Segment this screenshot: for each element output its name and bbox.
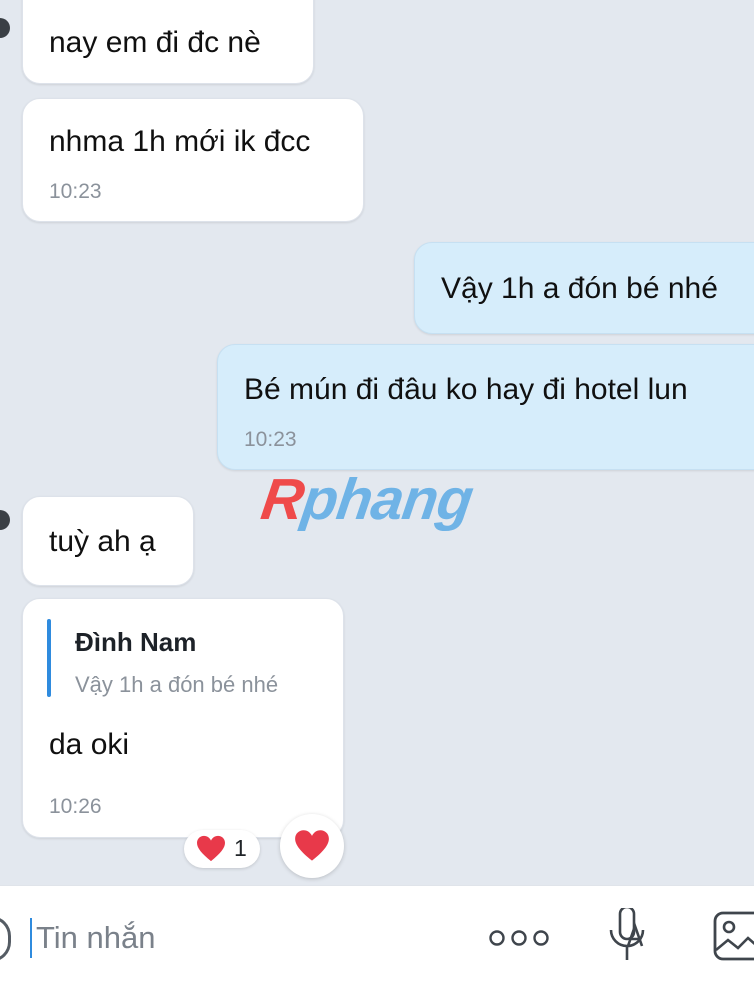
message-text: Bé mún đi đâu ko hay đi hotel lun: [244, 373, 688, 406]
emoji-icon[interactable]: [0, 916, 11, 962]
message-bubble-reply[interactable]: Đình Nam Vậy 1h a đón bé nhé da oki 10:2…: [22, 598, 344, 838]
quote-author: Đình Nam: [75, 627, 197, 657]
react-button[interactable]: [280, 814, 344, 878]
message-bubble-outgoing[interactable]: Vậy 1h a đón bé nhé: [414, 242, 754, 334]
message-text: tuỳ ah ạ: [49, 525, 156, 558]
message-time: 10:26: [49, 795, 102, 818]
reaction-count[interactable]: 1: [184, 830, 260, 868]
heart-icon: [295, 830, 329, 861]
avatar[interactable]: [0, 18, 10, 38]
quote-text: Vậy 1h a đón bé nhé: [75, 672, 279, 697]
image-icon[interactable]: [712, 910, 754, 962]
quote-bar: [47, 619, 51, 697]
voice-to-text-icon[interactable]: [606, 908, 648, 968]
message-bubble-incoming[interactable]: nhma 1h mới ik đcc 10:23: [22, 98, 364, 222]
reaction-count-number: 1: [234, 835, 247, 861]
message-text: da oki: [49, 728, 130, 761]
avatar[interactable]: [0, 510, 10, 530]
message-bubble-incoming[interactable]: nay em đi đc nè: [22, 0, 314, 84]
message-time: 10:23: [49, 180, 102, 203]
message-input[interactable]: Tin nhắn: [36, 920, 156, 956]
message-time: 10:23: [244, 428, 297, 451]
message-bubble-outgoing[interactable]: Bé mún đi đâu ko hay đi hotel lun 10:23: [217, 344, 754, 470]
more-options-icon[interactable]: [488, 928, 550, 948]
chat-area: nay em đi đc nè nhma 1h mới ik đcc 10:23…: [0, 0, 754, 885]
heart-icon: [197, 835, 225, 862]
message-text: Vậy 1h a đón bé nhé: [441, 272, 718, 305]
message-text: nay em đi đc nè: [49, 26, 261, 59]
text-caret: [30, 918, 32, 958]
message-bubble-incoming[interactable]: tuỳ ah ạ: [22, 496, 194, 586]
message-text: nhma 1h mới ik đcc: [49, 125, 311, 158]
watermark-logo: Rphang: [257, 467, 477, 532]
